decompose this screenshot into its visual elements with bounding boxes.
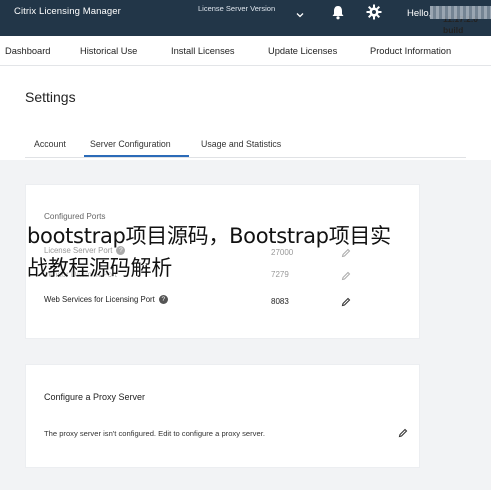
gear-icon[interactable] [366, 4, 382, 20]
nav-update-licenses[interactable]: Update Licenses [268, 46, 337, 56]
watermark-line-1: bootstrap项目源码，Bootstrap项目实 [27, 224, 391, 248]
edit-icon[interactable] [398, 428, 408, 438]
user-name-redacted [430, 6, 491, 19]
proxy-server-card: Configure a Proxy Server The proxy serve… [25, 364, 420, 468]
settings-header: Settings Account Server Configuration Us… [0, 66, 491, 160]
tab-account[interactable]: Account [34, 139, 66, 149]
version-label: License Server Version [198, 4, 276, 13]
tab-server-configuration[interactable]: Server Configuration [90, 139, 171, 149]
proxy-description: The proxy server isn't configured. Edit … [44, 429, 265, 438]
main-nav: Dashboard Historical Use Install License… [0, 36, 491, 66]
version-info: License Server Version 11.17.2.0 build 4… [198, 3, 478, 46]
proxy-title: Configure a Proxy Server [44, 392, 146, 402]
watermark-line-2: 战教程源码解析 [27, 256, 172, 280]
nav-dashboard[interactable]: Dashboard [5, 46, 50, 56]
bell-icon[interactable] [331, 5, 345, 20]
tab-divider [25, 157, 466, 158]
nav-product-information[interactable]: Product Information [370, 46, 451, 56]
app-title: Citrix Licensing Manager [14, 6, 121, 17]
edit-icon[interactable] [341, 297, 351, 307]
user-greeting[interactable]: Hello, [407, 8, 431, 19]
page-title: Settings [25, 89, 76, 105]
port-label-web-services: Web Services for Licensing Port? [44, 295, 168, 305]
port-value-web-services: 8083 [271, 297, 289, 306]
help-icon[interactable]: ? [158, 295, 168, 305]
top-bar: Citrix Licensing Manager License Server … [0, 0, 491, 46]
active-tab-indicator [84, 155, 189, 157]
port-label-text: Web Services for Licensing Port [44, 295, 155, 304]
chevron-down-icon[interactable] [296, 11, 304, 19]
nav-historical-use[interactable]: Historical Use [80, 46, 137, 56]
tab-usage-and-statistics[interactable]: Usage and Statistics [201, 139, 281, 149]
watermark-overlay: bootstrap项目源码，Bootstrap项目实 战教程源码解析 [27, 220, 487, 284]
nav-install-licenses[interactable]: Install Licenses [171, 46, 235, 56]
